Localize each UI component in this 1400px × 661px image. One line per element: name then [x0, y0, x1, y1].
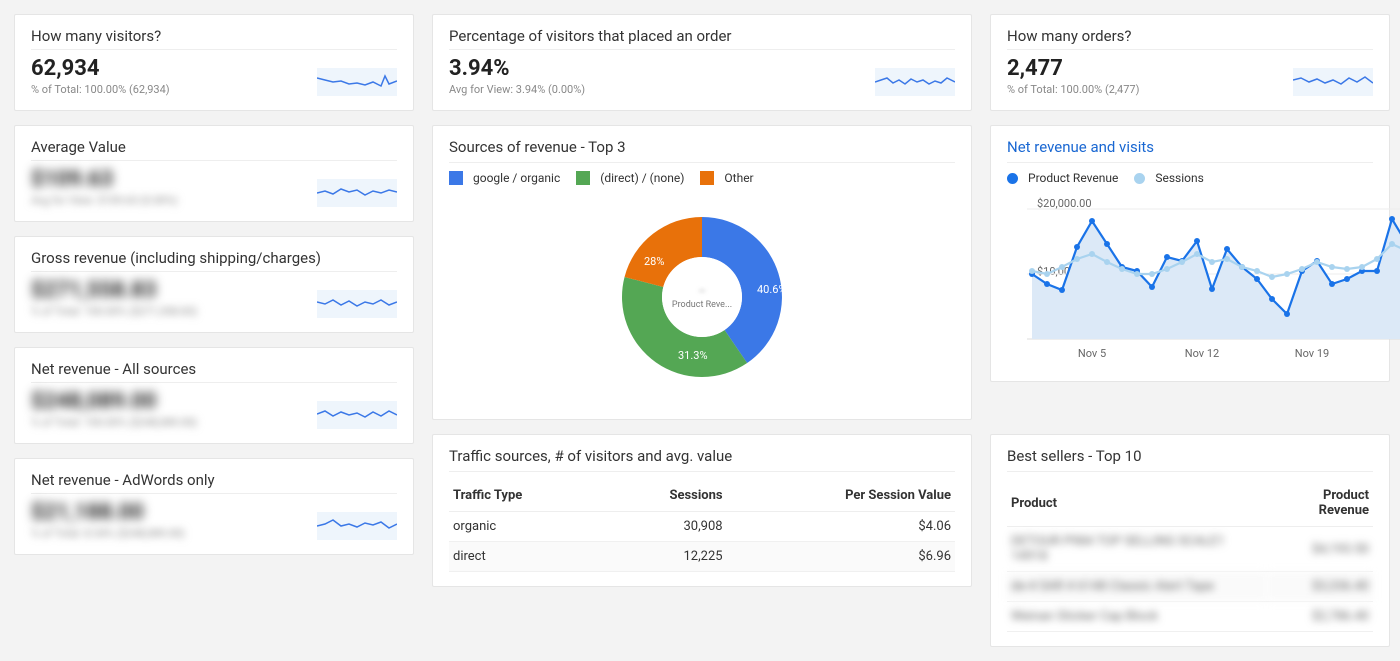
legend-swatch: [449, 171, 463, 185]
col-header: Product: [1007, 480, 1266, 527]
sparkline: [875, 68, 955, 96]
traffic-table: Traffic Type Sessions Per Session Value …: [449, 480, 955, 572]
metric-subtext: Avg for View: $109.63 (0.00%): [31, 194, 178, 207]
metric-value: $109.63: [31, 167, 178, 192]
sparkline: [317, 290, 397, 318]
metric-title: Average Value: [31, 138, 397, 161]
metric-value: $271,558.83: [31, 278, 197, 303]
metric-value: $248,089.00: [31, 389, 197, 414]
col-header: Traffic Type: [449, 480, 604, 512]
legend-item: google / organic: [449, 171, 560, 185]
svg-text:31.3%: 31.3%: [678, 349, 708, 362]
card-best-sellers: Best sellers - Top 10 Product Product Re…: [990, 434, 1390, 647]
legend-item: Sessions: [1134, 171, 1203, 185]
metric-value: 2,477: [1007, 56, 1139, 81]
sparkline: [1293, 68, 1373, 96]
metric-value: 3.94%: [449, 56, 585, 81]
svg-text:Nov 5: Nov 5: [1078, 347, 1106, 360]
metric-title: Percentage of visitors that placed an or…: [449, 27, 955, 50]
svg-text:$20,000.00: $20,000.00: [1037, 197, 1092, 210]
metric-value: $21,188.00: [31, 500, 185, 525]
svg-text:28%: 28%: [644, 255, 664, 268]
card-average-value: Average Value $109.63 Avg for View: $109…: [14, 125, 414, 222]
line-legend: Product Revenue Sessions: [1007, 171, 1373, 185]
section-title: Net revenue and visits: [1007, 138, 1373, 163]
svg-text:40.6%: 40.6%: [757, 283, 787, 296]
bestsellers-table: Product Product Revenue DETOUR P984 TOP …: [1007, 480, 1373, 632]
card-gross-revenue: Gross revenue (including shipping/charge…: [14, 236, 414, 333]
svg-text:Nov 19: Nov 19: [1295, 347, 1329, 360]
legend-swatch: [1134, 173, 1145, 184]
metric-subtext: % of Total: 100.00% (62,934): [31, 83, 170, 96]
table-row: DETOUR P984 TOP SELLING SCALE1 14918 $4,…: [1007, 527, 1373, 572]
metric-title: Net revenue - AdWords only: [31, 471, 397, 494]
table-row: organic 30,908 $4.06: [449, 512, 955, 542]
metric-title: How many visitors?: [31, 27, 397, 50]
svg-text:Nov 12: Nov 12: [1185, 347, 1219, 360]
metric-title: Gross revenue (including shipping/charge…: [31, 249, 397, 272]
table-row: de-4 SAR 4 6148 Classic Alert Tape $3,33…: [1007, 572, 1373, 602]
metric-title: How many orders?: [1007, 27, 1373, 50]
section-title: Traffic sources, # of visitors and avg. …: [449, 447, 955, 472]
metric-subtext: % of Total: 100.00% ($271,558.83): [31, 305, 197, 318]
col-header: Product Revenue: [1266, 480, 1373, 527]
col-header: Sessions: [604, 480, 727, 512]
line-chart: $20,000.00 4,000 $10,000.00 2,000 Nov 5 …: [1007, 189, 1400, 369]
table-row: direct 12,225 $6.96: [449, 542, 955, 572]
legend-item: (direct) / (none): [576, 171, 684, 185]
legend-swatch: [576, 171, 590, 185]
card-revenue-sources: Sources of revenue - Top 3 google / orga…: [432, 125, 972, 420]
metric-title: Net revenue - All sources: [31, 360, 397, 383]
sparkline: [317, 68, 397, 96]
metric-subtext: % of Total: 100.00% ($248,089.00): [31, 416, 197, 429]
metric-value: 62,934: [31, 56, 170, 81]
donut-legend: google / organic (direct) / (none) Other: [449, 171, 955, 185]
col-header: Per Session Value: [727, 480, 955, 512]
legend-swatch: [1007, 173, 1018, 184]
legend-item: Other: [700, 171, 753, 185]
metric-subtext: % of Total: 8.54% ($248,089.00): [31, 527, 185, 540]
card-orders: How many orders? 2,477 % of Total: 100.0…: [990, 14, 1390, 111]
metric-subtext: % of Total: 100.00% (2,477): [1007, 83, 1139, 96]
metric-subtext: Avg for View: 3.94% (0.00%): [449, 83, 585, 96]
donut-chart: — Product Reve... 40.6% 31.3% 28%: [449, 189, 955, 405]
sparkline: [317, 401, 397, 429]
svg-text:Product Reve...: Product Reve...: [672, 300, 732, 310]
svg-text:—: —: [698, 287, 705, 297]
card-net-revenue-all: Net revenue - All sources $248,089.00 % …: [14, 347, 414, 444]
section-title: Sources of revenue - Top 3: [449, 138, 955, 163]
legend-swatch: [700, 171, 714, 185]
sparkline: [317, 179, 397, 207]
card-visitors: How many visitors? 62,934 % of Total: 10…: [14, 14, 414, 111]
card-net-revenue-adwords: Net revenue - AdWords only $21,188.00 % …: [14, 458, 414, 555]
card-conversion: Percentage of visitors that placed an or…: [432, 14, 972, 111]
card-net-revenue-visits: Net revenue and visits Product Revenue S…: [990, 125, 1390, 382]
table-row: Weinan Sticker Cap Block $2,786.40: [1007, 602, 1373, 632]
sparkline: [317, 512, 397, 540]
section-title: Best sellers - Top 10: [1007, 447, 1373, 472]
card-traffic-sources: Traffic sources, # of visitors and avg. …: [432, 434, 972, 587]
legend-item: Product Revenue: [1007, 171, 1118, 185]
